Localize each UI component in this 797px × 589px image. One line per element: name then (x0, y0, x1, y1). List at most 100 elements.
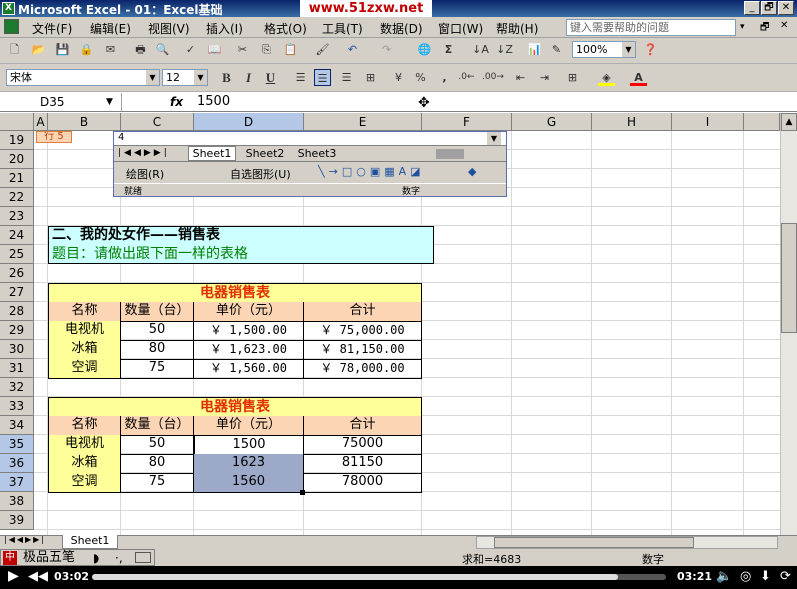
research-icon[interactable]: 📖 (206, 41, 223, 58)
sheet-nav-icons[interactable]: |◀◀▶▶| (4, 535, 46, 544)
table2-cell-active[interactable]: 1500 (194, 435, 304, 455)
menu-view[interactable]: 视图(V) (148, 20, 190, 37)
hyperlink-icon[interactable]: 🌐 (416, 41, 433, 58)
row-header-32[interactable]: 32 (0, 378, 34, 397)
table1-cell[interactable]: 50 (121, 321, 194, 341)
fill-handle[interactable] (300, 490, 305, 495)
table2-cell[interactable]: 81150 (304, 454, 422, 474)
table2-cell[interactable]: 75 (121, 473, 194, 493)
table1-cell[interactable]: ￥ 1,560.00 (194, 359, 304, 379)
row-header-34[interactable]: 34 (0, 416, 34, 435)
table2-title[interactable]: 电器销售表 (48, 397, 422, 417)
align-left-icon[interactable]: ☰ (292, 69, 309, 86)
fill-color-icon[interactable]: ◈ (598, 69, 615, 86)
row-header-38[interactable]: 38 (0, 492, 34, 511)
name-box[interactable]: D35 ▼ (0, 93, 122, 111)
copy-icon[interactable]: ⎘ (258, 41, 275, 58)
row-header-21[interactable]: 21 (0, 169, 34, 188)
table1-cell[interactable]: ￥ 78,000.00 (304, 359, 422, 379)
table2-cell[interactable]: 80 (121, 454, 194, 474)
sort-ascending-icon[interactable]: ↓A (472, 41, 489, 58)
row-header-23[interactable]: 23 (0, 207, 34, 226)
font-size-select[interactable]: 12 ▼ (162, 69, 208, 86)
table1-header-price[interactable]: 单价（元） (194, 302, 304, 322)
merge-center-icon[interactable]: ⊞ (362, 69, 379, 86)
font-color-icon[interactable]: A (630, 69, 647, 86)
table1-cell[interactable]: 空调 (48, 359, 121, 379)
rewind-icon[interactable]: ◀◀ (28, 569, 48, 584)
row-header-29[interactable]: 29 (0, 321, 34, 340)
excel-app-icon[interactable]: X (2, 2, 15, 15)
embedded-tab-sheet1[interactable]: Sheet1 (188, 146, 236, 161)
row-header-39[interactable]: 39 (0, 511, 34, 530)
minimize-button[interactable]: _ (744, 1, 760, 15)
currency-icon[interactable]: ¥ (390, 69, 407, 86)
table1-header-qty[interactable]: 数量（台） (121, 302, 194, 322)
fullscreen-icon[interactable]: ⟳ (780, 569, 791, 584)
borders-icon[interactable]: ⊞ (564, 69, 581, 86)
increase-decimal-icon[interactable]: .0← (458, 69, 475, 86)
help-search-input[interactable]: 键入需要帮助的问题 (566, 19, 736, 36)
volume-icon[interactable]: 🔈 (716, 569, 732, 584)
row-header-20[interactable]: 20 (0, 150, 34, 169)
row-header-24[interactable]: 24 (0, 226, 34, 245)
doc-restore-icon[interactable]: 🗗 (760, 20, 769, 37)
table1-cell[interactable]: 电视机 (48, 321, 121, 341)
percent-button[interactable]: % (412, 69, 429, 86)
close-button[interactable]: ✕ (778, 1, 794, 15)
row-header-26[interactable]: 26 (0, 264, 34, 283)
play-icon[interactable]: ▶ (8, 568, 19, 584)
autoshapes-menu[interactable]: 自选图形(U) (230, 166, 291, 182)
worksheet-grid[interactable]: A B C D E F G H I 19 20 21 22 23 24 25 2… (0, 113, 780, 535)
spelling-icon[interactable]: ✓ (182, 41, 199, 58)
menu-file[interactable]: 文件(F) (32, 20, 72, 37)
workbook-icon[interactable] (4, 19, 19, 34)
table2-cell[interactable]: 冰箱 (48, 454, 121, 474)
new-file-icon[interactable]: 🗋 (6, 41, 23, 58)
ime-keyboard-icon[interactable] (135, 552, 151, 563)
embedded-hscroll-thumb[interactable] (436, 149, 464, 159)
row-header-35[interactable]: 35 (0, 435, 34, 454)
table2-cell[interactable]: 75000 (304, 435, 422, 455)
ime-halfwidth-icon[interactable]: ◗ (93, 550, 99, 566)
undo-icon[interactable]: ↶ (344, 41, 361, 58)
table1-cell[interactable]: ￥ 81,150.00 (304, 340, 422, 360)
table1-title[interactable]: 电器销售表 (48, 283, 422, 303)
table2-header-qty[interactable]: 数量（台） (121, 416, 194, 436)
partial-cell[interactable]: 行 5 (36, 131, 72, 143)
italic-button[interactable]: I (240, 69, 257, 86)
format-painter-icon[interactable]: 🖌 (314, 41, 331, 58)
row-header-25[interactable]: 25 (0, 245, 34, 264)
chevron-down-icon[interactable]: ▼ (146, 70, 159, 85)
column-header-extra[interactable] (744, 113, 780, 131)
drawing-icon[interactable]: ✎ (548, 41, 565, 58)
table2-cell-selected[interactable]: 1623 (194, 454, 304, 474)
help-dropdown-icon[interactable]: ▾ (740, 22, 745, 32)
select-all-corner[interactable] (0, 113, 34, 131)
chevron-down-icon[interactable]: ▼ (106, 93, 113, 111)
row-header-33[interactable]: 33 (0, 397, 34, 416)
table2-cell[interactable]: 电视机 (48, 435, 121, 455)
increase-indent-icon[interactable]: ⇥ (536, 69, 553, 86)
redo-icon[interactable]: ↷ (378, 41, 395, 58)
table2-cell-selected[interactable]: 1560 (194, 473, 304, 493)
table2-header-price[interactable]: 单价（元） (194, 416, 304, 436)
3d-style-icon[interactable]: ◆ (468, 165, 476, 178)
download-icon[interactable]: ⬇ (760, 569, 771, 584)
column-header-f[interactable]: F (422, 113, 512, 131)
underline-button[interactable]: U (262, 69, 279, 86)
paste-icon[interactable]: 📋 (282, 41, 299, 58)
menu-format[interactable]: 格式(O) (264, 20, 307, 37)
shape-tools-icons[interactable]: ╲→□○▣▦A◪ (318, 165, 425, 178)
ime-punctuation-icon[interactable]: ·, (115, 550, 123, 566)
align-right-icon[interactable]: ☰ (338, 69, 355, 86)
sort-descending-icon[interactable]: ↓Z (496, 41, 513, 58)
column-header-d[interactable]: D (194, 113, 304, 131)
table1-cell[interactable]: ￥ 1,500.00 (194, 321, 304, 341)
scroll-down-icon[interactable]: ▼ (487, 132, 501, 145)
help-icon[interactable]: ❓ (642, 41, 659, 58)
table2-cell[interactable]: 空调 (48, 473, 121, 493)
seek-bar[interactable] (92, 574, 666, 580)
print-preview-icon[interactable]: 🔍 (154, 41, 171, 58)
table2-header-name[interactable]: 名称 (48, 416, 121, 436)
